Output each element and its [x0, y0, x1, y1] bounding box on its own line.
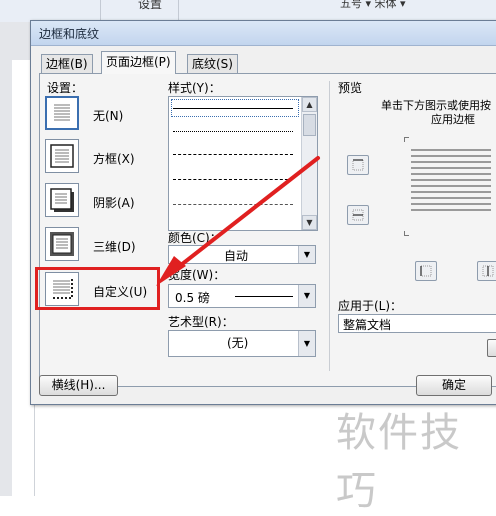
tab-page-border[interactable]: 页面边框(P) [101, 51, 176, 74]
arrow-shaft [170, 156, 320, 274]
callout-arrow [156, 156, 320, 286]
arrow-head [156, 256, 186, 286]
